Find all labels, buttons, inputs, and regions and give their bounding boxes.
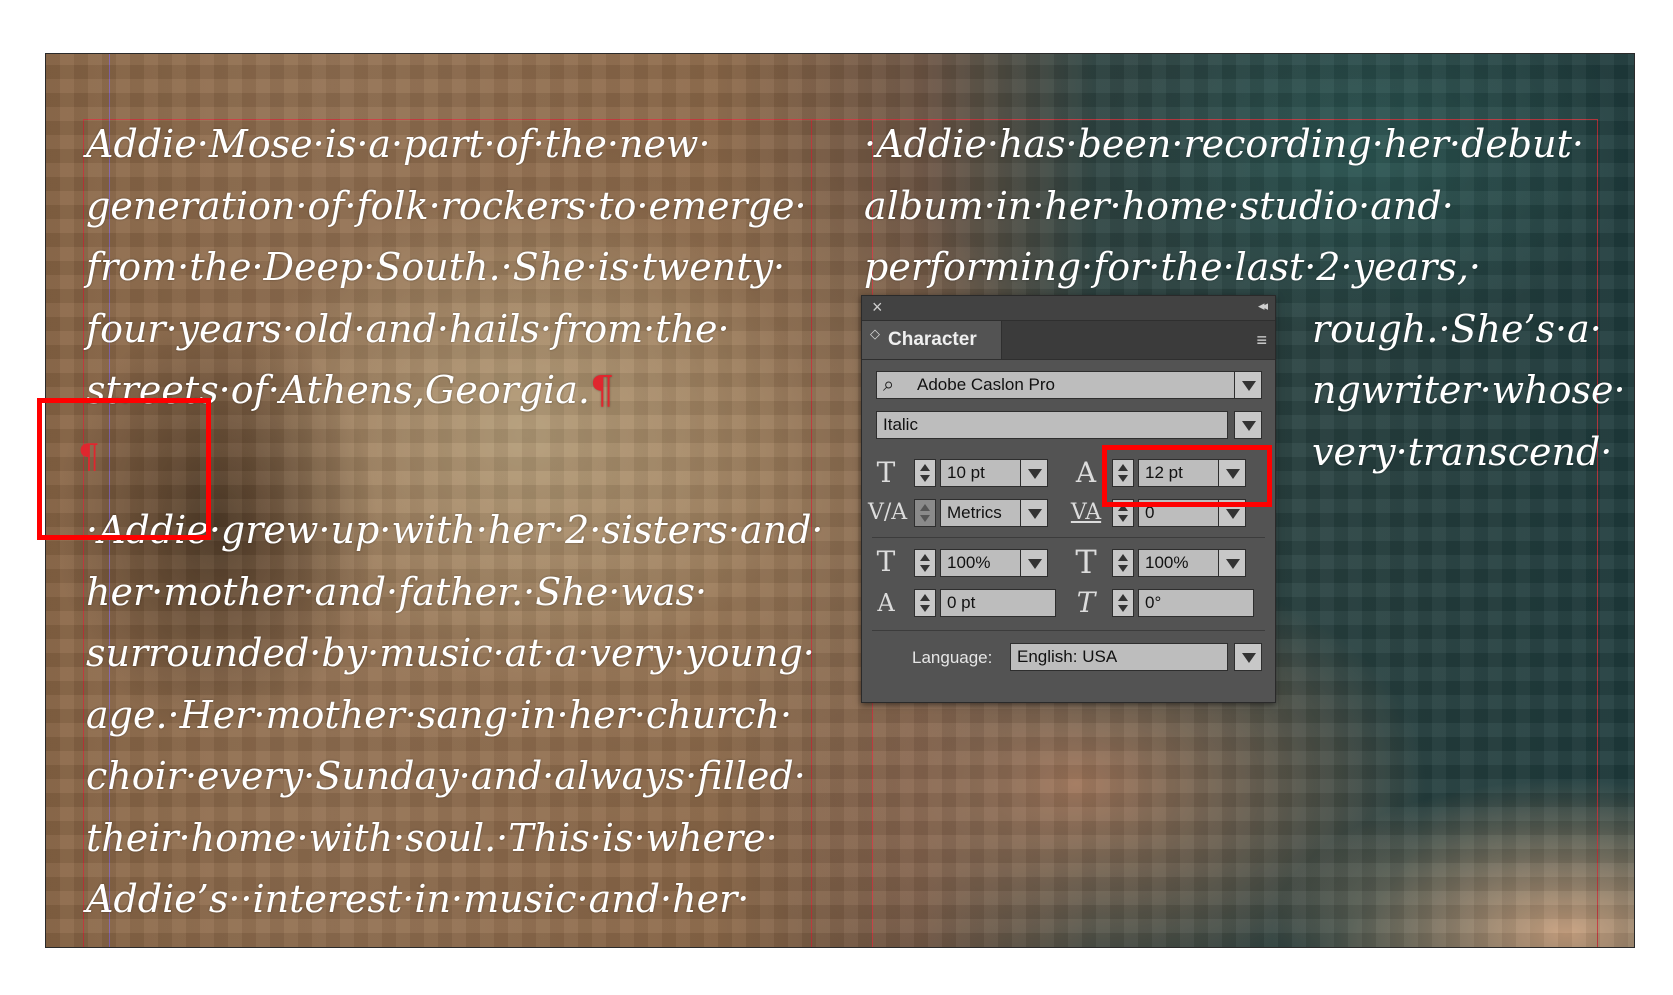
text-line: surrounded·by·music·at·a·very·young· [86,631,815,675]
skew-field[interactable]: 0° [1138,589,1254,617]
font-style-value: Italic [883,415,918,434]
kerning-dropdown-arrow[interactable] [1020,499,1048,527]
font-size-field[interactable]: 10 pt [940,459,1022,487]
text-line: from·the·Deep·South.·She·is·twenty· [86,245,786,289]
text-line: their·home·with·soul.·This·is·where· [86,815,778,860]
font-style-field[interactable]: Italic [876,411,1228,439]
kerning-stepper[interactable] [914,499,936,527]
skew-stepper[interactable] [1112,589,1134,617]
horizontal-scale-stepper[interactable] [1112,549,1134,577]
font-style-dropdown-arrow[interactable] [1234,411,1262,439]
kerning-icon: V/A [868,500,908,525]
text-line: four·years·old·and·hails·from·the· [86,306,730,351]
vertical-scale-icon: T [876,545,896,578]
text-frame-left[interactable]: Addie·Mose·is·a·part·of·the·new· generat… [86,114,807,422]
highlight-empty-paragraph [37,398,211,540]
language-dropdown-arrow[interactable] [1234,643,1262,671]
text-frame-left-paragraph-2[interactable]: ·Addie·grew·up·with·her·2·sisters·and· h… [86,500,824,931]
highlight-leading-field [1102,445,1272,507]
font-size-dropdown-arrow[interactable] [1020,459,1048,487]
baseline-shift-icon: A [877,589,895,617]
horizontal-scale-icon: T [1075,543,1097,581]
tab-toggle-icon[interactable]: ◇ [870,327,880,340]
language-select[interactable]: English: USA [1010,643,1228,671]
tracking-icon: VA [1070,500,1102,525]
panel-tab-bar: ◇ Character ≡ [862,321,1275,360]
font-family-dropdown-arrow[interactable] [1234,371,1262,399]
font-size-stepper[interactable] [914,459,936,487]
kerning-field[interactable]: Metrics [940,499,1022,527]
font-family-value: Adobe Caslon Pro [917,375,1055,394]
panel-title-strip[interactable]: × ◂◂ [862,296,1275,321]
vertical-scale-field[interactable]: 100% [940,549,1022,577]
text-line: age.·Her·mother·sang·in·her·church· [86,692,793,737]
text-line: her·mother·and·father.·She·was· [86,569,708,614]
pilcrow-mark: ¶ [589,368,615,412]
panel-divider [872,630,1265,631]
text-line: choir·every·Sunday·and·always·filled· [86,754,806,798]
tab-character[interactable]: ◇ Character [862,321,1002,359]
horizontal-scale-dropdown-arrow[interactable] [1218,549,1246,577]
tab-character-label: Character [888,329,977,350]
text-line: generation·of·folk·rockers·to·emerge· [86,183,807,228]
skew-icon: T [1076,586,1096,619]
vertical-scale-stepper[interactable] [914,549,936,577]
text-line: performing·for·the·last·2·years,· [864,245,1481,289]
font-family-field[interactable]: ⌕ Adobe Caslon Pro [876,371,1262,399]
language-label: Language: [912,648,993,667]
search-icon: ⌕ [883,374,895,396]
collapse-panel-icon[interactable]: ◂◂ [1258,298,1268,314]
font-size-icon: T [876,456,896,489]
baseline-shift-field[interactable]: 0 pt [940,589,1056,617]
leading-icon: A [1075,456,1097,489]
text-line: album·in·her·home·studio·and· [864,183,1454,228]
close-icon[interactable]: × [872,297,883,318]
text-line: Addie’s··interest·in·music·and·her· [86,877,750,921]
vertical-scale-dropdown-arrow[interactable] [1020,549,1048,577]
document-canvas[interactable]: Addie·Mose·is·a·part·of·the·new· generat… [45,53,1635,948]
panel-divider [872,537,1265,538]
text-line: ·Addie·has·been·recording·her·debut· [864,122,1584,166]
panel-menu-icon[interactable]: ≡ [1256,330,1267,351]
text-line: Addie·Mose·is·a·part·of·the·new· [86,122,711,166]
horizontal-scale-field[interactable]: 100% [1138,549,1220,577]
baseline-shift-stepper[interactable] [914,589,936,617]
